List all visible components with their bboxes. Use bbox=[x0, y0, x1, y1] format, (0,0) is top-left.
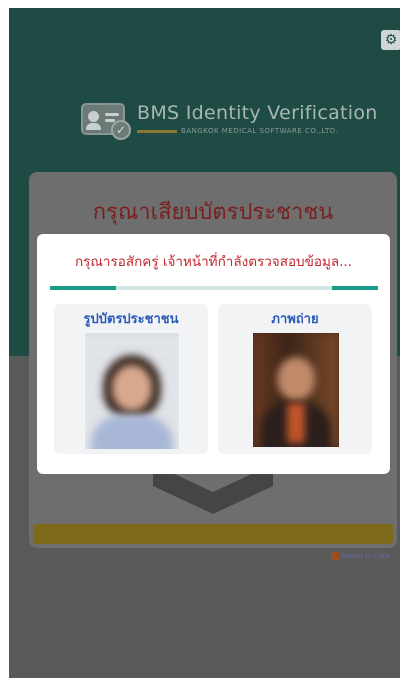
check-icon: ✓ bbox=[111, 120, 131, 140]
app-logo: ✓ BMS Identity Verification BANGKOK MEDI… bbox=[81, 100, 377, 144]
status-bar bbox=[33, 524, 393, 544]
camera-photo-panel: ภาพถ่าย bbox=[218, 304, 372, 454]
brand-mark: Rabbit is Care bbox=[331, 552, 390, 560]
progress-indicator bbox=[332, 286, 378, 290]
app-screen: ⚙ ✓ BMS Identity Verification BANGKOK ME… bbox=[9, 8, 400, 678]
id-card-photo-label: รูปบัตรประชาชน bbox=[83, 312, 179, 327]
progress-bar bbox=[50, 286, 378, 290]
verification-message: กรุณารอสักครู่ เจ้าหน้าที่กำลังตรวจสอบข้… bbox=[74, 254, 352, 270]
camera-photo bbox=[253, 333, 339, 447]
verification-dialog: กรุณารอสักครู่ เจ้าหน้าที่กำลังตรวจสอบข้… bbox=[37, 234, 390, 474]
brand-text: Rabbit is Care bbox=[341, 552, 390, 560]
insert-card-title: กรุณาเสียบบัตรประชาชน bbox=[92, 200, 334, 225]
logo-title: BMS Identity Verification bbox=[137, 102, 378, 124]
logo-subtitle: BANGKOK MEDICAL SOFTWARE CO.,LTD. bbox=[181, 127, 339, 135]
settings-button[interactable]: ⚙ bbox=[381, 30, 400, 50]
camera-photo-label: ภาพถ่าย bbox=[271, 312, 319, 327]
id-card-photo-panel: รูปบัตรประชาชน bbox=[54, 304, 208, 454]
rabbit-logo-icon bbox=[331, 552, 339, 560]
logo-accent-bar bbox=[137, 130, 177, 133]
gear-icon: ⚙ bbox=[384, 32, 398, 48]
id-card-photo bbox=[85, 333, 179, 449]
progress-fill bbox=[50, 286, 116, 290]
